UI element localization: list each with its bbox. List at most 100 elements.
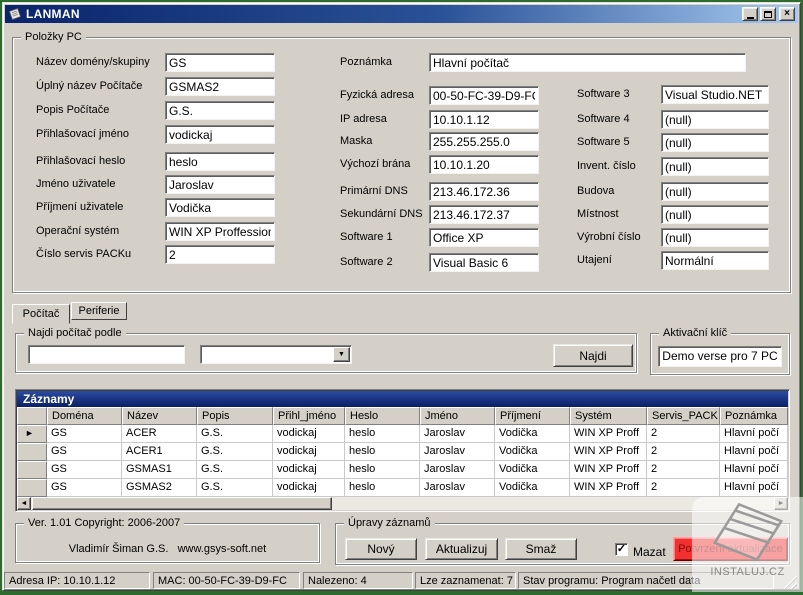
grid-selector-header[interactable]: [17, 407, 47, 425]
grid-cell[interactable]: Vodička: [495, 479, 570, 497]
grid-cell[interactable]: 2: [647, 461, 720, 479]
grid-cell[interactable]: Hlavní počí: [720, 443, 788, 461]
field-input[interactable]: [661, 251, 769, 270]
grid-col-header[interactable]: Jméno: [420, 407, 495, 425]
combo-dropdown-button[interactable]: ▼: [333, 347, 350, 362]
grid-cell[interactable]: 2: [647, 479, 720, 497]
activation-key-field[interactable]: Demo verse pro 7 PC: [658, 346, 782, 367]
grid-cell[interactable]: vodickaj: [273, 461, 345, 479]
grid-cell[interactable]: G.S.: [197, 479, 273, 497]
grid-col-header[interactable]: Příjmení: [495, 407, 570, 425]
minimize-button[interactable]: [742, 7, 758, 21]
field-input[interactable]: [165, 175, 275, 194]
field-input[interactable]: [429, 228, 539, 247]
search-input[interactable]: [28, 345, 185, 364]
grid-cell[interactable]: heslo: [345, 425, 420, 443]
grid-col-header[interactable]: Poznámka: [720, 407, 788, 425]
grid-cell[interactable]: GSMAS2: [122, 479, 197, 497]
grid-cell[interactable]: G.S.: [197, 425, 273, 443]
grid-cell[interactable]: ACER: [122, 425, 197, 443]
field-input[interactable]: [429, 155, 539, 174]
grid-cell[interactable]: vodickaj: [273, 443, 345, 461]
field-input[interactable]: [165, 53, 275, 72]
grid-col-header[interactable]: Systém: [570, 407, 647, 425]
field-input[interactable]: [661, 85, 769, 104]
field-input[interactable]: [429, 182, 539, 201]
field-input[interactable]: [661, 205, 769, 224]
field-input[interactable]: [165, 77, 275, 96]
grid-cell[interactable]: WIN XP Proff: [570, 461, 647, 479]
grid-cell[interactable]: Jaroslav: [420, 425, 495, 443]
grid-cell[interactable]: Jaroslav: [420, 443, 495, 461]
grid-cell[interactable]: WIN XP Proff: [570, 443, 647, 461]
grid-col-header[interactable]: Popis: [197, 407, 273, 425]
grid-cell[interactable]: Hlavní počí: [720, 425, 788, 443]
maximize-button[interactable]: [760, 7, 776, 21]
najdi-button[interactable]: Najdi: [553, 344, 633, 367]
grid-col-header[interactable]: Název: [122, 407, 197, 425]
field-input[interactable]: [661, 133, 769, 152]
grid-cell[interactable]: Hlavní počí: [720, 479, 788, 497]
field-input[interactable]: [165, 101, 275, 120]
grid-row-selector[interactable]: [17, 461, 47, 479]
field-input[interactable]: [429, 253, 539, 272]
search-combo[interactable]: ▼: [200, 345, 352, 364]
field-input[interactable]: [661, 110, 769, 129]
field-input[interactable]: [165, 222, 275, 241]
smaz-button[interactable]: Smaž: [505, 538, 577, 560]
field-input[interactable]: [165, 152, 275, 171]
field-input[interactable]: [429, 110, 539, 129]
grid-cell[interactable]: Vodička: [495, 443, 570, 461]
field-input[interactable]: [429, 53, 746, 72]
grid-cell[interactable]: WIN XP Proff: [570, 479, 647, 497]
app-icon: [8, 7, 22, 21]
grid-cell[interactable]: Jaroslav: [420, 461, 495, 479]
grid-cell[interactable]: heslo: [345, 461, 420, 479]
field-input[interactable]: [165, 125, 275, 144]
grid-row-selector[interactable]: ►: [17, 425, 47, 443]
grid-cell[interactable]: heslo: [345, 443, 420, 461]
tab-pocitac[interactable]: Počítač: [12, 304, 70, 324]
grid-row-selector[interactable]: [17, 443, 47, 461]
grid-col-header[interactable]: Servis_PACK: [647, 407, 720, 425]
grid-col-header[interactable]: Heslo: [345, 407, 420, 425]
mazat-checkbox[interactable]: ✓: [615, 543, 628, 556]
grid-cell[interactable]: Jaroslav: [420, 479, 495, 497]
grid-cell[interactable]: Vodička: [495, 461, 570, 479]
field-input[interactable]: [429, 205, 539, 224]
grid-cell[interactable]: GS: [47, 443, 122, 461]
field-input[interactable]: [661, 157, 769, 176]
grid-cell[interactable]: G.S.: [197, 461, 273, 479]
grid-cell[interactable]: heslo: [345, 479, 420, 497]
grid-cell[interactable]: 2: [647, 443, 720, 461]
grid-cell[interactable]: vodickaj: [273, 425, 345, 443]
field-input[interactable]: [165, 245, 275, 264]
grid-cell[interactable]: GS: [47, 479, 122, 497]
field-input[interactable]: [429, 132, 539, 151]
grid-cell[interactable]: 2: [647, 425, 720, 443]
grid-cell[interactable]: ACER1: [122, 443, 197, 461]
grid-cell[interactable]: GS: [47, 425, 122, 443]
grid-col-header[interactable]: Doména: [47, 407, 122, 425]
scroll-left-button[interactable]: ◄: [17, 497, 31, 510]
tab-periferie[interactable]: Periferie: [71, 302, 127, 320]
field-label: Místnost: [577, 208, 619, 220]
grid-cell[interactable]: GS: [47, 461, 122, 479]
grid-row-selector[interactable]: [17, 479, 47, 497]
field-input[interactable]: [165, 198, 275, 217]
field-input[interactable]: [429, 86, 539, 105]
grid-cell[interactable]: Hlavní počí: [720, 461, 788, 479]
field-input[interactable]: [661, 182, 769, 201]
novy-button[interactable]: Nový: [345, 538, 417, 560]
grid-cell[interactable]: G.S.: [197, 443, 273, 461]
close-button[interactable]: ×: [779, 7, 795, 21]
grid-cell[interactable]: vodickaj: [273, 479, 345, 497]
field-input[interactable]: [661, 228, 769, 247]
titlebar[interactable]: LANMAN ×: [5, 5, 798, 23]
grid-cell[interactable]: GSMAS1: [122, 461, 197, 479]
grid-col-header[interactable]: Přihl_jméno: [273, 407, 345, 425]
grid-cell[interactable]: WIN XP Proff: [570, 425, 647, 443]
grid-cell[interactable]: Vodička: [495, 425, 570, 443]
scrollbar-thumb[interactable]: [32, 497, 332, 510]
aktualizuj-button[interactable]: Aktualizuj: [425, 538, 498, 560]
